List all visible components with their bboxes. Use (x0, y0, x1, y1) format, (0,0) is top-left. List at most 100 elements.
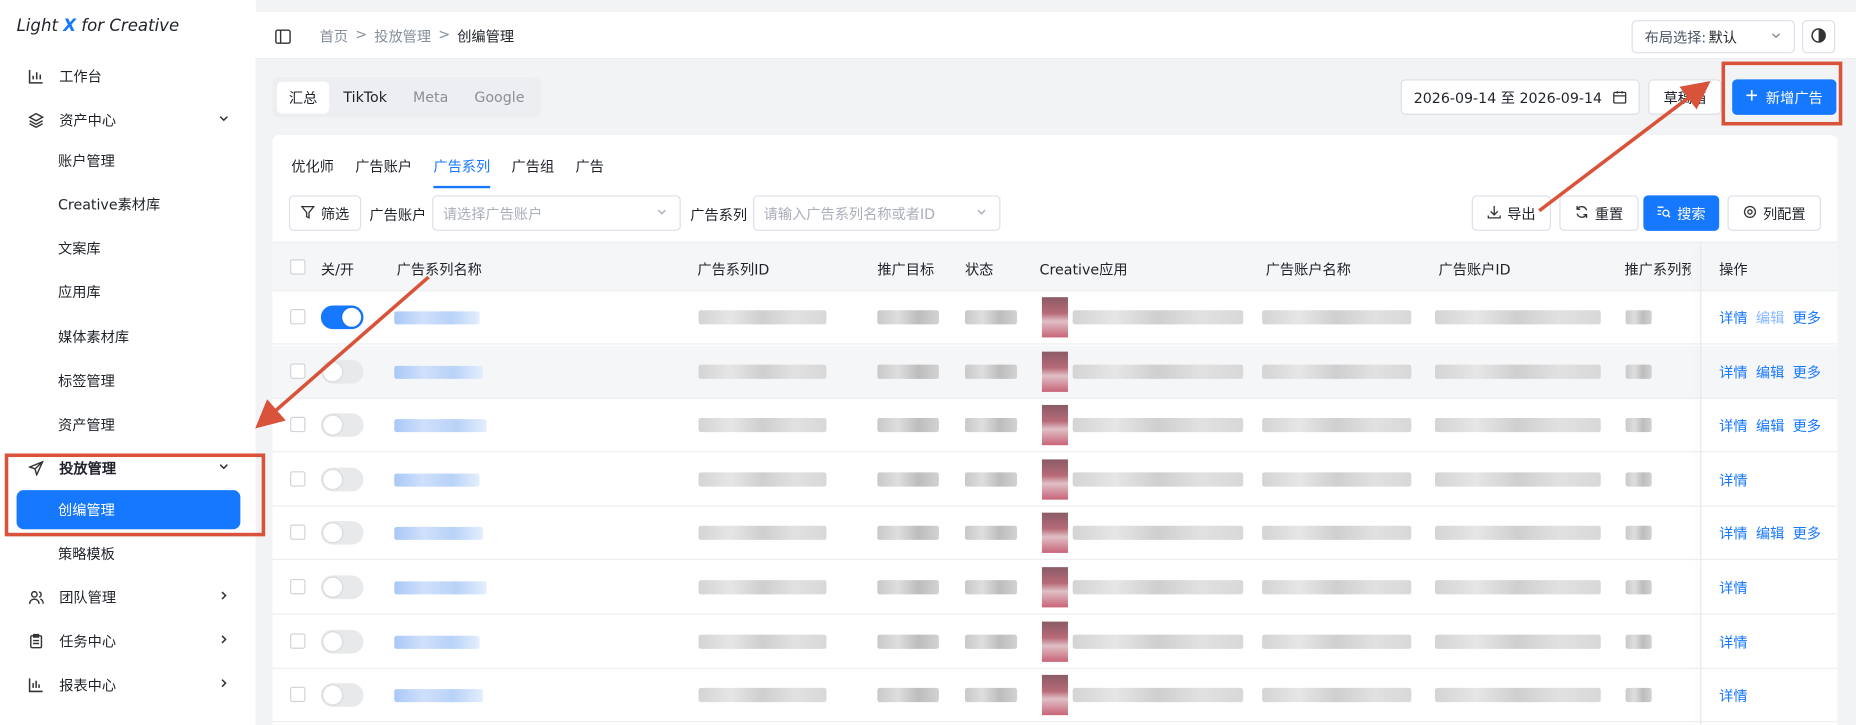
tab-meta[interactable]: Meta (401, 83, 460, 111)
nav-strategy-template[interactable]: 策略模板 (17, 535, 241, 571)
series-search-select[interactable]: 请输入广告系列名称或者ID (753, 195, 1001, 231)
chevron-right-icon (218, 589, 230, 604)
edit-link[interactable]: 编辑 (1756, 523, 1784, 543)
theme-toggle-button[interactable] (1802, 20, 1836, 54)
nav-app-library[interactable]: 应用库 (17, 274, 241, 310)
nav-media-library[interactable]: 媒体素材库 (17, 318, 241, 354)
search-list-icon (1657, 204, 1672, 222)
campaign-name-link[interactable] (394, 311, 480, 325)
date-range-picker[interactable]: 2026-09-14 至 2026-09-14 (1400, 79, 1640, 115)
status-value (964, 525, 1018, 540)
nav-team[interactable]: 团队管理 (17, 579, 242, 615)
row-checkbox[interactable] (290, 578, 306, 595)
col-status: 状态 (964, 261, 994, 279)
status-value (964, 580, 1018, 595)
row-checkbox[interactable] (290, 363, 306, 379)
nav-tag-mgmt[interactable]: 标签管理 (17, 362, 241, 398)
users-icon (24, 589, 48, 604)
switch-knob (323, 415, 343, 435)
tab-ad-account[interactable]: 广告账户 (355, 156, 412, 188)
edit-link[interactable]: 编辑 (1756, 416, 1784, 436)
status-switch[interactable] (320, 520, 364, 545)
campaign-name-link[interactable] (394, 689, 484, 703)
more-link[interactable]: 更多 (1793, 523, 1821, 543)
row-checkbox[interactable] (290, 524, 306, 540)
chevron-right-icon (218, 633, 230, 648)
layout-select[interactable]: 布局选择: 默认 (1631, 20, 1795, 54)
nav-asset-mgmt[interactable]: 资产管理 (17, 406, 241, 442)
table-row: 详情 (272, 561, 1838, 615)
search-button[interactable]: 搜索 (1643, 195, 1720, 231)
nav-reports[interactable]: 报表中心 (17, 667, 242, 703)
edit-link[interactable]: 编辑 (1756, 362, 1784, 382)
column-config-button[interactable]: 列配置 (1727, 195, 1821, 231)
reset-button[interactable]: 重置 (1559, 195, 1639, 231)
tab-campaign[interactable]: 广告系列 (433, 156, 491, 189)
account-id-value (1435, 634, 1601, 649)
row-checkbox[interactable] (290, 686, 306, 703)
campaign-name-link[interactable] (394, 526, 484, 540)
edit-link[interactable]: 编辑 (1756, 308, 1784, 328)
col-creative-app: Creative应用 (1039, 261, 1128, 279)
crumb-delivery[interactable]: 投放管理 (374, 26, 431, 46)
detail-link[interactable]: 详情 (1719, 362, 1747, 382)
tab-ad-group[interactable]: 广告组 (512, 156, 555, 188)
nav-account-mgmt[interactable]: 账户管理 (17, 142, 241, 178)
tab-tiktok[interactable]: TikTok (332, 83, 399, 111)
series-select-placeholder: 请输入广告系列名称或者ID (763, 205, 936, 222)
nav-workbench[interactable]: 工作台 (17, 58, 242, 94)
status-switch[interactable] (320, 467, 364, 492)
filter-button[interactable]: 筛选 (288, 195, 362, 231)
status-value (964, 472, 1018, 487)
detail-link[interactable]: 详情 (1719, 686, 1747, 706)
campaign-name-link[interactable] (394, 365, 484, 379)
more-link[interactable]: 更多 (1793, 308, 1821, 328)
bar-chart-icon (24, 68, 48, 84)
detail-link[interactable]: 详情 (1719, 416, 1747, 436)
platform-tabs: 汇总 TikTok Meta Google (272, 76, 542, 118)
calendar-icon (1613, 90, 1627, 108)
status-switch[interactable] (320, 683, 364, 707)
account-select[interactable]: 请选择广告账户 (432, 195, 681, 231)
status-switch[interactable] (320, 359, 364, 384)
more-link[interactable]: 更多 (1793, 416, 1821, 436)
status-switch[interactable] (320, 413, 364, 437)
campaign-name-link[interactable] (394, 473, 480, 487)
nav-tasks[interactable]: 任务中心 (17, 623, 242, 659)
tab-optimizer[interactable]: 优化师 (291, 156, 334, 188)
detail-link[interactable]: 详情 (1719, 578, 1747, 598)
detail-link[interactable]: 详情 (1719, 632, 1747, 652)
row-checkbox[interactable] (290, 471, 306, 487)
tab-summary[interactable]: 汇总 (277, 81, 330, 114)
row-checkbox[interactable] (290, 633, 306, 649)
creative-app-value (1072, 417, 1244, 433)
export-button[interactable]: 导出 (1471, 195, 1552, 231)
nav-copy-library[interactable]: 文案库 (17, 230, 241, 266)
status-switch[interactable] (320, 575, 364, 600)
objective-value (877, 580, 939, 595)
creative-app-value (1072, 525, 1244, 540)
campaign-name-link[interactable] (394, 419, 487, 433)
detail-link[interactable]: 详情 (1719, 523, 1747, 543)
nav-creative-library[interactable]: Creative素材库 (17, 186, 241, 222)
tab-ad[interactable]: 广告 (575, 156, 603, 188)
row-checkbox[interactable] (290, 416, 306, 433)
status-value (964, 634, 1018, 649)
more-link[interactable]: 更多 (1793, 362, 1821, 382)
campaign-name-link[interactable] (394, 635, 480, 649)
clipboard-icon (24, 633, 48, 648)
settings-icon (1743, 204, 1757, 222)
crumb-home[interactable]: 首页 (320, 26, 348, 46)
status-switch[interactable] (320, 629, 364, 654)
detail-link[interactable]: 详情 (1719, 308, 1747, 328)
select-all-checkbox[interactable] (290, 259, 306, 275)
nav-asset-center[interactable]: 资产中心 (17, 102, 242, 138)
row-checkbox[interactable] (290, 309, 306, 325)
tab-google[interactable]: Google (463, 83, 537, 111)
status-switch[interactable] (320, 305, 364, 330)
campaign-name-link[interactable] (394, 581, 487, 595)
draft-box-button[interactable]: 草稿箱 (1648, 79, 1722, 115)
objective-value (877, 417, 939, 433)
detail-link[interactable]: 详情 (1719, 470, 1747, 490)
sidebar-toggle-icon[interactable] (275, 27, 292, 49)
